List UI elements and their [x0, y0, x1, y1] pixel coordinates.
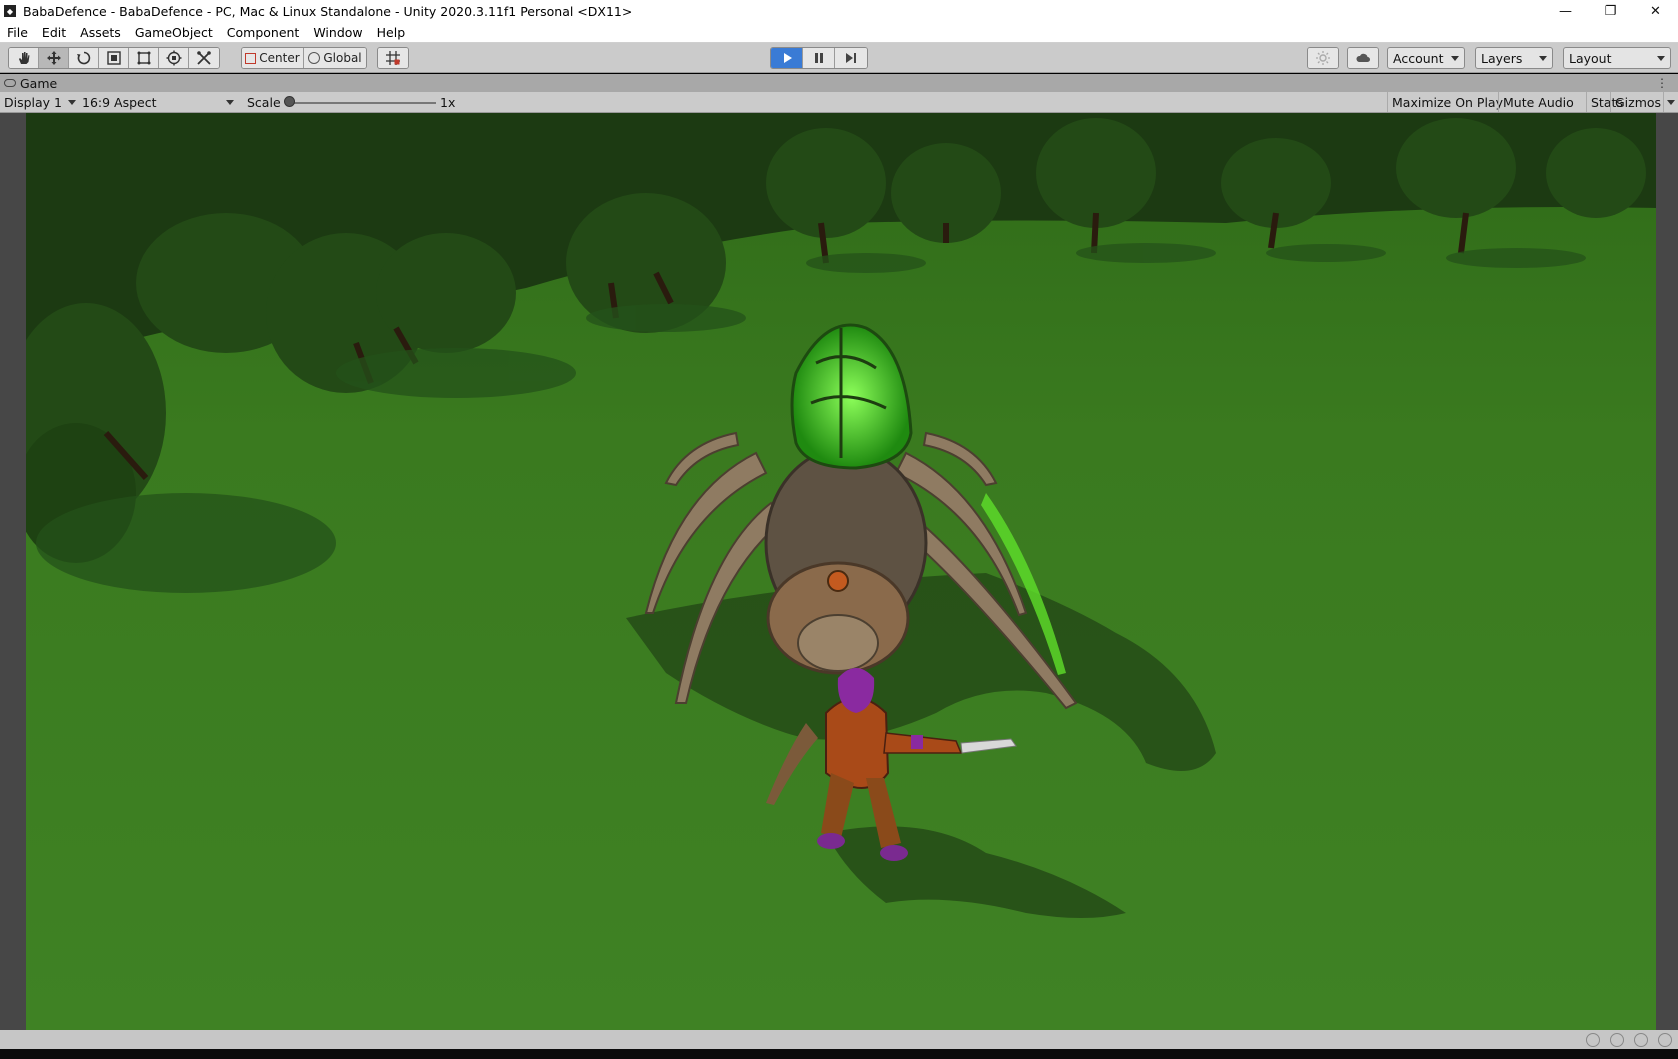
chevron-down-icon: [1667, 100, 1675, 105]
chevron-down-icon: [1539, 56, 1547, 61]
close-button[interactable]: ✕: [1633, 0, 1678, 22]
minimize-button[interactable]: —: [1543, 0, 1588, 22]
collab-group: [1307, 47, 1339, 69]
rect-transform-icon: [137, 51, 150, 65]
step-button[interactable]: [835, 48, 867, 68]
hand-icon: [18, 52, 29, 64]
menu-window[interactable]: Window: [313, 25, 362, 40]
hand-tool-button[interactable]: [9, 48, 39, 68]
menu-assets[interactable]: Assets: [80, 25, 121, 40]
grid-snap-icon: [386, 51, 400, 65]
tab-game[interactable]: Game: [4, 74, 57, 92]
game-tab-strip: Game ⋮: [0, 74, 1678, 92]
cloud-group: [1347, 47, 1379, 69]
mute-audio-toggle[interactable]: Mute Audio: [1498, 92, 1578, 112]
pause-button[interactable]: [803, 48, 835, 68]
pivot-toggles: Center Global: [241, 47, 367, 69]
aspect-label: 16:9 Aspect: [82, 94, 157, 110]
gizmos-toggle[interactable]: Gizmos: [1610, 92, 1665, 112]
collab-button[interactable]: [1308, 48, 1338, 68]
chevron-down-icon: [1451, 56, 1459, 61]
pivot-center-icon: [245, 52, 257, 64]
gamepad-icon: [4, 79, 16, 87]
pause-icon: [814, 53, 823, 63]
layers-dropdown[interactable]: Layers: [1475, 47, 1553, 69]
menu-file[interactable]: File: [7, 25, 28, 40]
play-icon: [783, 53, 792, 63]
rotate-tool-button[interactable]: [69, 48, 99, 68]
grid-snap-button[interactable]: [378, 48, 408, 68]
menu-gameobject[interactable]: GameObject: [135, 25, 213, 40]
cloud-button[interactable]: [1348, 48, 1378, 68]
network-icon[interactable]: [1634, 1033, 1648, 1047]
status-bar: [0, 1030, 1678, 1049]
menu-component[interactable]: Component: [227, 25, 300, 40]
custom-tool-button[interactable]: [189, 48, 219, 68]
window-title: BabaDefence - BabaDefence - PC, Mac & Li…: [23, 3, 633, 19]
bug-icon[interactable]: [1586, 1033, 1600, 1047]
menu-edit[interactable]: Edit: [42, 25, 66, 40]
more-options-icon[interactable]: ⋮: [1656, 76, 1668, 90]
game-view-render[interactable]: [26, 113, 1656, 1030]
transform-tool-button[interactable]: [159, 48, 189, 68]
game-scene: [26, 113, 1656, 1030]
title-bar: ◆ BabaDefence - BabaDefence - PC, Mac & …: [0, 0, 1678, 22]
pivot-rotation-button[interactable]: Global: [304, 48, 366, 68]
grid-snap-group: [377, 47, 409, 69]
move-arrows-icon: [46, 51, 61, 65]
account-label: Account: [1393, 50, 1444, 66]
restore-button[interactable]: ❐: [1588, 0, 1633, 22]
tab-game-label: Game: [20, 75, 58, 91]
database-icon[interactable]: [1610, 1033, 1624, 1047]
scale-icon: [106, 51, 121, 65]
check-icon[interactable]: [1658, 1033, 1672, 1047]
transform-tools: [8, 47, 220, 69]
play-button[interactable]: [771, 48, 803, 68]
aspect-dropdown[interactable]: 16:9 Aspect: [82, 92, 237, 112]
custom-tools-icon: [197, 51, 211, 65]
move-tool-button[interactable]: [39, 48, 69, 68]
gizmos-dropdown[interactable]: [1663, 92, 1678, 112]
scale-tool-button[interactable]: [99, 48, 129, 68]
rect-tool-button[interactable]: [129, 48, 159, 68]
scale-slider-handle[interactable]: [284, 96, 295, 107]
step-icon: [846, 53, 856, 63]
collab-sun-icon: [1316, 51, 1330, 65]
layout-dropdown[interactable]: Layout: [1563, 47, 1671, 69]
layout-label: Layout: [1569, 50, 1612, 66]
menu-help[interactable]: Help: [377, 25, 406, 40]
scale-label: Scale: [247, 94, 281, 110]
taskbar-edge: [0, 1049, 1678, 1059]
rotate-icon: [76, 51, 90, 65]
menu-bar: File Edit Assets GameObject Component Wi…: [0, 22, 1678, 43]
status-icons: [1586, 1033, 1672, 1047]
display-label: Display 1: [4, 94, 63, 110]
game-view-controls: Display 1 16:9 Aspect Scale 1x Maximize …: [0, 92, 1678, 113]
combined-transform-icon: [166, 50, 181, 66]
chevron-down-icon: [1657, 56, 1665, 61]
globe-icon: [308, 52, 321, 64]
play-controls: [770, 47, 868, 69]
scale-value: 1x: [440, 94, 456, 110]
layers-label: Layers: [1481, 50, 1523, 66]
unity-app-icon: ◆: [4, 5, 16, 17]
main-toolbar: Center Global Account Layers Layout: [0, 43, 1678, 73]
account-dropdown[interactable]: Account: [1387, 47, 1465, 69]
scale-slider-track[interactable]: [286, 102, 436, 104]
pivot-rotation-label: Global: [323, 51, 362, 65]
pivot-mode-label: Center: [259, 51, 300, 65]
chevron-down-icon: [68, 100, 76, 105]
window-controls: — ❐ ✕: [1543, 0, 1678, 22]
cloud-icon: [1356, 53, 1370, 62]
pivot-mode-button[interactable]: Center: [242, 48, 304, 68]
display-dropdown[interactable]: Display 1: [4, 92, 78, 112]
maximize-on-play-toggle[interactable]: Maximize On Play: [1387, 92, 1507, 112]
chevron-down-icon: [226, 100, 234, 105]
